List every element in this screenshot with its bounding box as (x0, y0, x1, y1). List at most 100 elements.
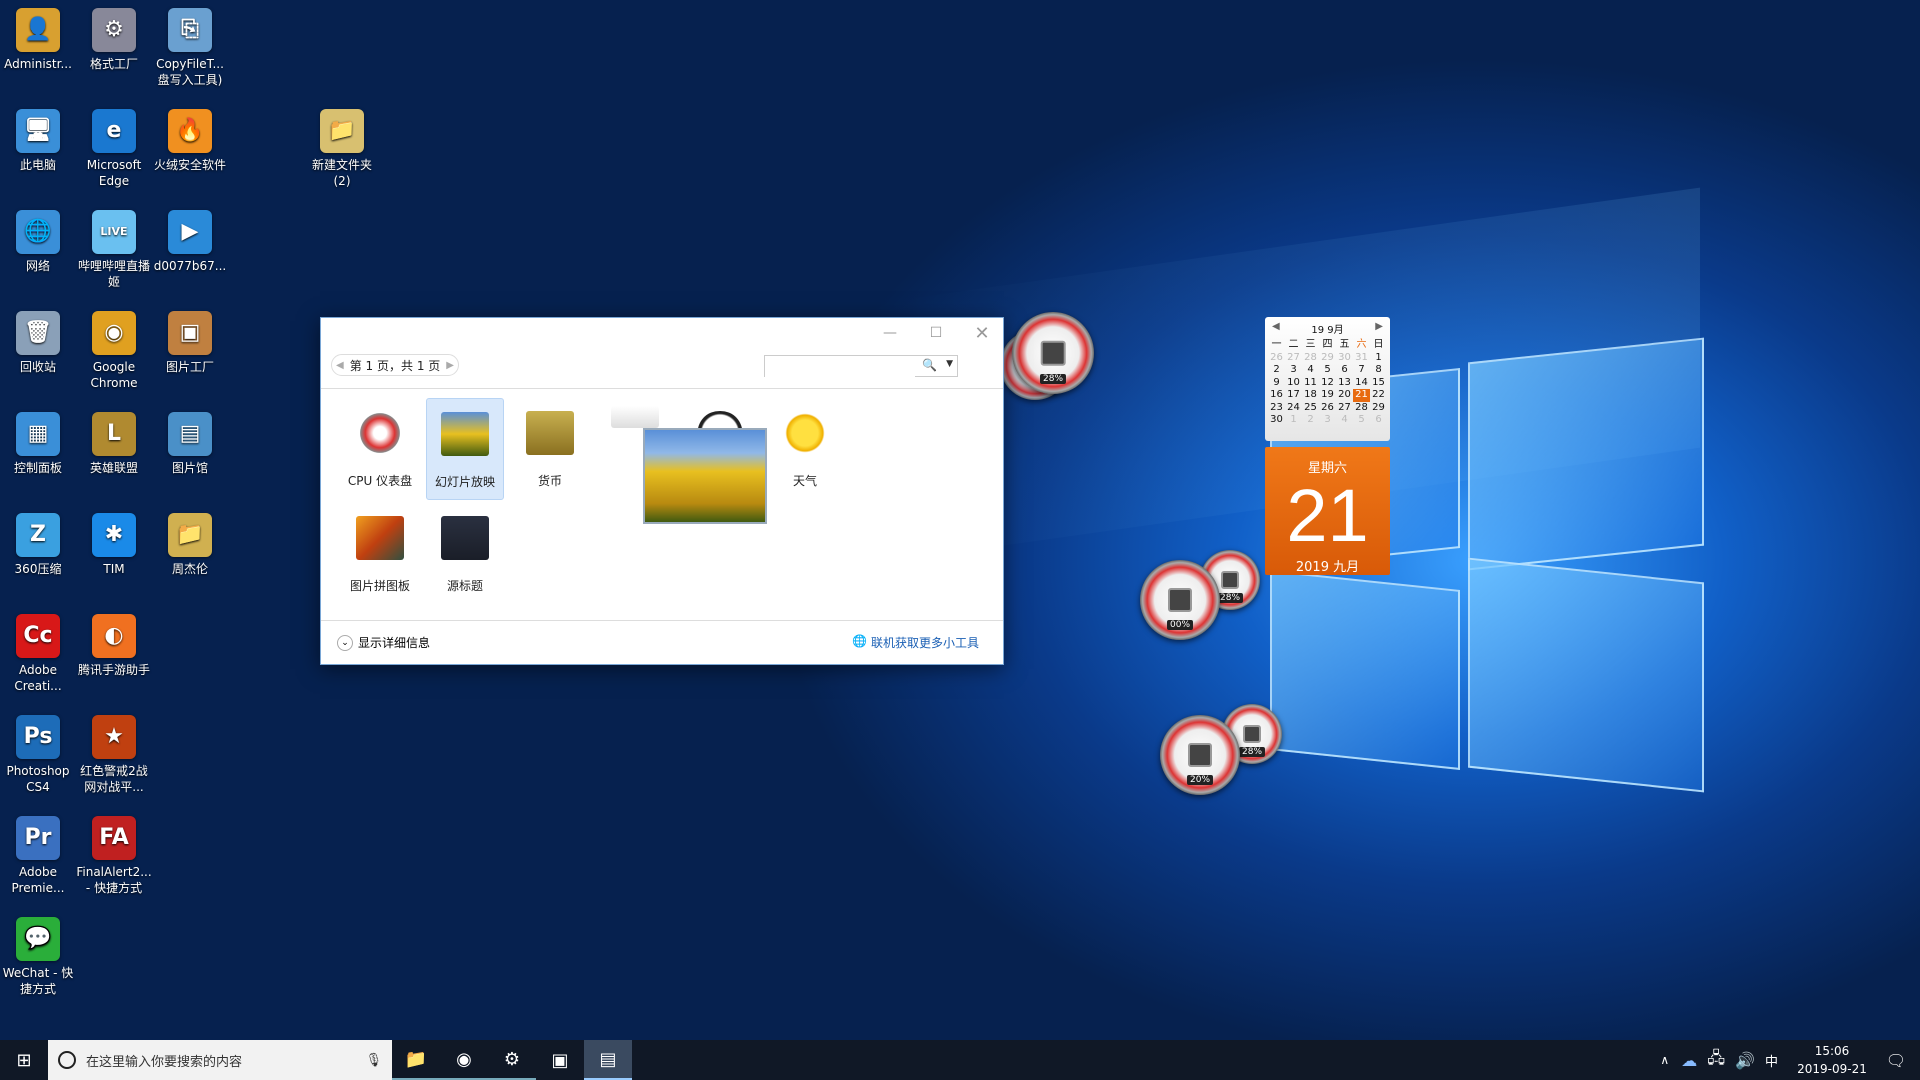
calendar-day[interactable]: 2 (1302, 414, 1319, 427)
calendar-day[interactable]: 5 (1319, 364, 1336, 377)
desktop-icon[interactable]: Cc Adobe Creati... (0, 614, 76, 694)
desktop-icon[interactable]: LIVE 哔哩哔哩直播姬 (76, 210, 152, 290)
calendar-day[interactable]: 9 (1268, 377, 1285, 390)
calendar-day[interactable]: 2 (1268, 364, 1285, 377)
calendar-day[interactable]: 31 (1353, 352, 1370, 365)
calendar-day[interactable]: 1 (1370, 352, 1387, 365)
taskbar-search[interactable]: 在这里输入你要搜索的内容 🎙 (48, 1040, 392, 1080)
desktop-icon[interactable]: Ps Photoshop CS4 (0, 715, 76, 795)
clock[interactable]: 15:06 2019-09-21 (1792, 1042, 1872, 1078)
action-center-icon[interactable]: 🗨 (1872, 1040, 1920, 1080)
desktop-icon[interactable]: Pr Adobe Premie... (0, 816, 76, 896)
calendar-day[interactable]: 21 (1353, 389, 1370, 402)
calendar-day[interactable]: 26 (1319, 402, 1336, 415)
calendar-day[interactable]: 19 (1319, 389, 1336, 402)
close-button[interactable]: ✕ (959, 318, 1005, 348)
volume-icon[interactable]: 🔊 (1735, 1051, 1755, 1070)
app-taskbar-icon[interactable]: ▣ (536, 1040, 584, 1080)
gadget-item[interactable]: CPU 仪表盘 (341, 398, 419, 500)
calendar-day[interactable]: 11 (1302, 377, 1319, 390)
desktop-icon[interactable]: ▶ d0077b67... (152, 210, 228, 274)
cpu-meter-gadget[interactable]: 28% (1012, 312, 1094, 394)
gadget-item[interactable]: 货币 (511, 398, 589, 500)
desktop-icon[interactable]: ✱ TIM (76, 513, 152, 577)
calendar-day[interactable]: 14 (1353, 377, 1370, 390)
desktop-icon[interactable]: 🔥 火绒安全软件 (152, 109, 228, 173)
calendar-day[interactable]: 8 (1370, 364, 1387, 377)
calendar-day[interactable]: 5 (1353, 414, 1370, 427)
calendar-day[interactable]: 6 (1336, 364, 1353, 377)
show-hidden-icons[interactable]: ∧ (1660, 1053, 1669, 1067)
desktop-icon[interactable]: 💬 WeChat - 快捷方式 (0, 917, 76, 997)
ime-indicator[interactable]: 中 (1765, 1051, 1778, 1070)
minimize-button[interactable]: — (867, 318, 913, 348)
calendar-day[interactable]: 4 (1302, 364, 1319, 377)
dropdown-arrow-icon[interactable]: ▼ (946, 359, 953, 369)
desktop-icon[interactable]: L 英雄联盟 (76, 412, 152, 476)
desktop-icon[interactable]: 🖥 此电脑 (0, 109, 76, 173)
start-button[interactable]: ⊞ (0, 1040, 48, 1080)
calendar-day[interactable]: 22 (1370, 389, 1387, 402)
calendar-day[interactable]: 7 (1353, 364, 1370, 377)
calendar-day[interactable]: 18 (1302, 389, 1319, 402)
calendar-day[interactable]: 30 (1336, 352, 1353, 365)
calendar-day[interactable]: 16 (1268, 389, 1285, 402)
desktop-icon[interactable]: 👤 Administr... (0, 8, 76, 72)
calendar-day[interactable]: 1 (1285, 414, 1302, 427)
calendar-day[interactable]: 17 (1285, 389, 1302, 402)
gadget-item[interactable]: 幻灯片放映 (426, 398, 504, 500)
desktop-icon[interactable]: 🗑 回收站 (0, 311, 76, 375)
desktop-icon[interactable]: FA FinalAlert2... - 快捷方式 (76, 816, 152, 896)
calendar-day[interactable]: 15 (1370, 377, 1387, 390)
cloud-icon[interactable]: ☁ (1681, 1051, 1697, 1070)
calendar-day[interactable]: 10 (1285, 377, 1302, 390)
desktop-icon[interactable]: e Microsoft Edge (76, 109, 152, 189)
desktop-icon[interactable]: ⎘ CopyFileT... 盘写入工具) (152, 8, 228, 88)
calendar-day[interactable]: 3 (1319, 414, 1336, 427)
microphone-icon[interactable]: 🎙 (365, 1053, 382, 1068)
calendar-gadget[interactable]: ◀ 19 9月 ▶ 一二三四五六日 26 27 28 29 30 31 1 2 3 4 5 6 7 8 9 10… (1265, 317, 1390, 577)
calendar-day[interactable]: 24 (1285, 402, 1302, 415)
prev-month-icon[interactable]: ◀ (1272, 321, 1280, 336)
maximize-button[interactable]: ☐ (913, 318, 959, 348)
search-icon[interactable]: 🔍 (922, 358, 937, 372)
desktop-icon[interactable]: Z 360压缩 (0, 513, 76, 577)
desktop-icon[interactable]: ★ 红色警戒2战网对战平... (76, 715, 152, 795)
file-explorer-icon[interactable]: 📁 (392, 1040, 440, 1080)
desktop-icon[interactable]: ▣ 图片工厂 (152, 311, 228, 375)
gadget-search-box[interactable]: 🔍 ▼ (764, 355, 958, 377)
calendar-day[interactable]: 3 (1285, 364, 1302, 377)
calendar-day[interactable]: 26 (1268, 352, 1285, 365)
search-input[interactable] (765, 356, 915, 377)
calendar-day[interactable]: 12 (1319, 377, 1336, 390)
calendar-day[interactable]: 4 (1336, 414, 1353, 427)
gadget-item[interactable]: 天气 (766, 398, 844, 500)
calendar-day[interactable]: 29 (1319, 352, 1336, 365)
desktop-icon[interactable]: 📁 新建文件夹 (2) (304, 109, 380, 189)
calendar-day[interactable]: 29 (1370, 402, 1387, 415)
gadgets-taskbar-icon[interactable]: ▤ (584, 1040, 632, 1080)
calendar-day[interactable]: 23 (1268, 402, 1285, 415)
calendar-day[interactable]: 6 (1370, 414, 1387, 427)
cpu-meter-gadget[interactable]: 20% (1160, 715, 1240, 795)
get-more-gadgets-link[interactable]: 🌐 联机获取更多小工具 (852, 634, 979, 651)
next-page-icon[interactable]: ▶ (446, 360, 454, 371)
calendar-day[interactable]: 13 (1336, 377, 1353, 390)
calendar-day[interactable]: 28 (1302, 352, 1319, 365)
desktop-icon[interactable]: 📁 周杰伦 (152, 513, 228, 577)
prev-page-icon[interactable]: ◀ (336, 360, 344, 371)
calendar-day[interactable]: 28 (1353, 402, 1370, 415)
gadget-item[interactable]: 图片拼图板 (341, 503, 419, 605)
desktop-icon[interactable]: ◐ 腾讯手游助手 (76, 614, 152, 678)
desktop-icon[interactable]: 🌐 网络 (0, 210, 76, 274)
cpu-meter-gadget[interactable]: 00% (1140, 560, 1220, 640)
chrome-taskbar-icon[interactable]: ◉ (440, 1040, 488, 1080)
show-details-toggle[interactable]: ⌄ 显示详细信息 (337, 634, 430, 651)
desktop-icon[interactable]: ▤ 图片馆 (152, 412, 228, 476)
calendar-day[interactable]: 25 (1302, 402, 1319, 415)
desktop-icon[interactable]: ▦ 控制面板 (0, 412, 76, 476)
network-tray-icon[interactable]: 🖧 (1707, 1047, 1725, 1074)
desktop-icon[interactable]: ◉ Google Chrome (76, 311, 152, 391)
format-factory-taskbar-icon[interactable]: ⚙ (488, 1040, 536, 1080)
calendar-day[interactable]: 27 (1285, 352, 1302, 365)
